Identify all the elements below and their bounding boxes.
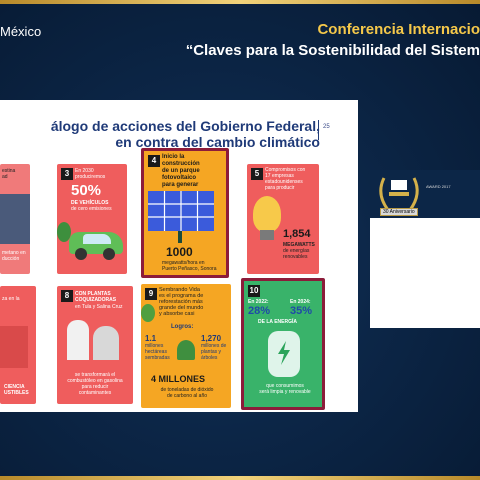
car-wheel-icon bbox=[103, 248, 115, 260]
card-9-sembrando-vida: 9 Sembrando Vida es el programa de refor… bbox=[141, 284, 231, 408]
card-4-solar-park: 4 Inicio la construcción de un parque fo… bbox=[141, 148, 229, 278]
factory-illustration bbox=[0, 194, 30, 244]
slide-title: álogo de acciones del Gobierno Federal, … bbox=[0, 118, 320, 150]
card-5-megawatts: 1,854 bbox=[283, 228, 311, 240]
header-location: México bbox=[0, 24, 42, 39]
tree-icon bbox=[57, 222, 71, 242]
lightbulb-icon bbox=[253, 196, 281, 232]
car-wheel-icon bbox=[75, 248, 87, 260]
conference-title: Conferencia Internacio bbox=[317, 21, 480, 38]
card-3-vehicles: 3 En 2030 produciremos 50% DE VEHÍCULOS … bbox=[57, 164, 127, 274]
lightbulb-base-icon bbox=[260, 230, 274, 240]
award-caption: 30 Aniversario bbox=[380, 208, 418, 216]
conference-subtitle: “Claves para la Sostenibilidad del Siste… bbox=[185, 42, 480, 59]
card-4-heading: Inicio la construcción de un parque foto… bbox=[162, 154, 200, 188]
slide-page-number: 25 bbox=[318, 120, 336, 140]
tree-icon bbox=[141, 304, 155, 322]
tank-illustration bbox=[0, 326, 28, 368]
card-10-clean-energy: 10 En 2022: 28% En 2024: 35% DE LA ENERG… bbox=[241, 278, 325, 410]
bottom-gold-border bbox=[0, 476, 480, 480]
refinery-tank-icon bbox=[67, 320, 89, 360]
slide-title-line-1: álogo de acciones del Gobierno Federal, bbox=[50, 118, 320, 134]
solar-panel-icon bbox=[148, 191, 214, 231]
car-window-icon bbox=[83, 234, 111, 244]
card-4-megawatts: 1000 bbox=[166, 245, 193, 259]
card-7-science: za en la CIENCIA USTIBLES bbox=[0, 286, 36, 404]
card-1: estina ad metano en ducción bbox=[0, 164, 30, 274]
award-mini-text: AWARD 2017 bbox=[426, 184, 451, 189]
top-gold-border bbox=[0, 0, 480, 4]
refinery-tank-icon bbox=[93, 326, 119, 360]
card-5-renewables: 5 Compromisos con 17 empresas estadounid… bbox=[247, 164, 319, 274]
lightning-bolt-icon bbox=[278, 341, 290, 365]
card-8-coking-plants: 8 CON PLANTAS COQUIZADORAS en Tula y Sal… bbox=[57, 286, 133, 404]
card-9-big-number: 4 MILLONES bbox=[151, 374, 206, 384]
presentation-slide: álogo de acciones del Gobierno Federal, … bbox=[0, 100, 358, 412]
solar-panel-post bbox=[178, 231, 182, 243]
card-3-percent: 50% bbox=[71, 182, 102, 199]
plant-icon bbox=[177, 340, 195, 360]
participant-video-tile[interactable]: 30 Aniversario AWARD 2017 bbox=[370, 170, 480, 328]
